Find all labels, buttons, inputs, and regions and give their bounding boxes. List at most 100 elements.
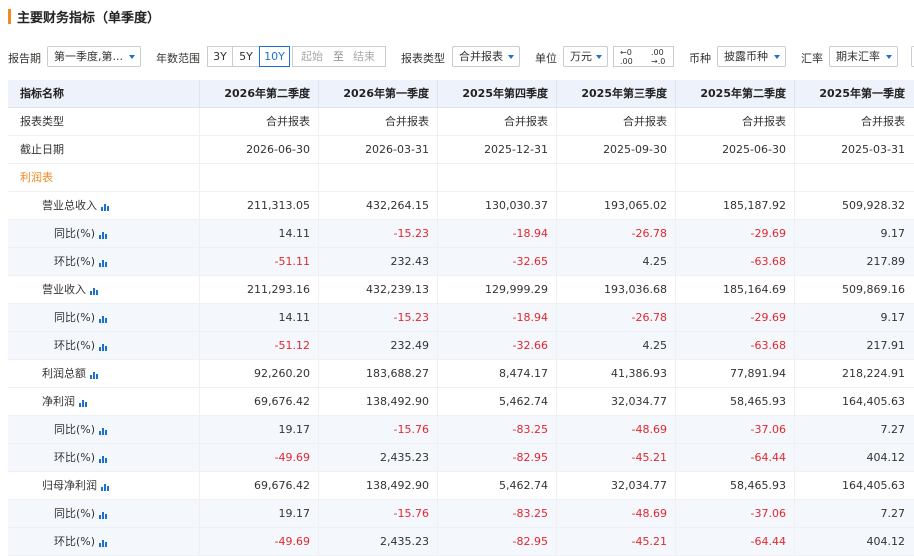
- table-cell: 4.25: [556, 248, 675, 275]
- row-label: 同比(%): [54, 227, 96, 240]
- row-label-cell: 报表类型: [8, 108, 199, 135]
- table-row: 同比(%) 19.17 -15.76 -83.25 -48.69 -37.06 7.27: [8, 416, 914, 444]
- table-cell: -32.66: [437, 332, 556, 359]
- table-cell: -82.95: [437, 444, 556, 471]
- table-cell: -48.69: [556, 500, 675, 527]
- table-cell: -15.76: [318, 416, 437, 443]
- table-row: 环比(%) -49.69 2,435.23 -82.95 -45.21 -64.44 404…: [8, 444, 914, 472]
- year-10y-button[interactable]: 10Y: [259, 46, 290, 67]
- table-cell: -37.06: [675, 416, 794, 443]
- increase-decimal-icon[interactable]: .00 →.0: [651, 48, 671, 66]
- table-cell: 14.11: [199, 304, 318, 331]
- table-cell: 432,264.15: [318, 192, 437, 219]
- table-row: 报表类型 合并报表 合并报表 合并报表 合并报表 合并报表 合并报表: [8, 108, 914, 136]
- year-5y-button[interactable]: 5Y: [232, 46, 260, 67]
- table-cell: -45.21: [556, 528, 675, 555]
- bar-chart-icon[interactable]: [99, 454, 109, 463]
- row-label: 同比(%): [54, 311, 96, 324]
- row-label-cell: 环比(%): [8, 248, 199, 275]
- page-title: 主要财务指标（单季度）: [17, 11, 161, 26]
- table-cell: 129,999.29: [437, 276, 556, 303]
- table-cell: -64.44: [675, 444, 794, 471]
- row-label: 环比(%): [54, 255, 96, 268]
- column-header[interactable]: 2026年第一季度: [318, 80, 437, 107]
- exchange-rate-select[interactable]: 期末汇率: [829, 46, 898, 67]
- table-cell: -51.11: [199, 248, 318, 275]
- table-cell: 2025-03-31: [794, 136, 913, 163]
- table-cell: 合并报表: [437, 108, 556, 135]
- bar-chart-icon[interactable]: [99, 230, 109, 239]
- table-cell: -49.69: [199, 528, 318, 555]
- table-cell: 2025-06-30: [675, 136, 794, 163]
- bar-chart-icon[interactable]: [99, 342, 109, 351]
- table-cell: 合并报表: [556, 108, 675, 135]
- table-cell: 185,187.92: [675, 192, 794, 219]
- section-row: 利润表: [8, 164, 914, 192]
- table-cell: -29.69: [675, 220, 794, 247]
- table-cell: 7.27: [794, 416, 913, 443]
- bar-chart-icon[interactable]: [90, 286, 100, 295]
- table-cell: -63.68: [675, 248, 794, 275]
- row-label: 利润总额: [42, 367, 86, 380]
- unit-label: 单位: [535, 52, 557, 65]
- date-range-input[interactable]: 起始 至 结束: [292, 46, 386, 67]
- table-cell: 5,462.74: [437, 388, 556, 415]
- bar-chart-icon[interactable]: [99, 510, 109, 519]
- table-row: 归母净利润 69,676.42 138,492.90 5,462.74 32,034.7…: [8, 472, 914, 500]
- report-period-select[interactable]: 第一季度,第...: [47, 46, 141, 67]
- column-header[interactable]: 2025年第二季度: [675, 80, 794, 107]
- table-row: 同比(%) 19.17 -15.76 -83.25 -48.69 -37.06 7.27: [8, 500, 914, 528]
- table-cell: 2025-12-31: [437, 136, 556, 163]
- table-cell: 509,928.32: [794, 192, 913, 219]
- table-cell: -48.69: [556, 416, 675, 443]
- decimal-buttons[interactable]: ←0 .00 .00 →.0: [613, 46, 674, 67]
- table-cell: -83.25: [437, 500, 556, 527]
- bar-chart-icon[interactable]: [99, 314, 109, 323]
- bar-chart-icon[interactable]: [99, 538, 109, 547]
- table-cell: -45.21: [556, 444, 675, 471]
- table-row: 环比(%) -51.12 232.49 -32.66 4.25 -63.68 217.91: [8, 332, 914, 360]
- report-type-select[interactable]: 合并报表: [452, 46, 520, 67]
- table-cell: -15.23: [318, 220, 437, 247]
- decrease-decimal-icon[interactable]: ←0 .00: [620, 48, 640, 66]
- chevron-down-icon: [596, 55, 602, 59]
- bar-chart-icon[interactable]: [99, 426, 109, 435]
- row-label: 截止日期: [20, 143, 64, 156]
- table-cell: 217.91: [794, 332, 913, 359]
- table-cell: 41,386.93: [556, 360, 675, 387]
- table-cell: 138,492.90: [318, 472, 437, 499]
- bar-chart-icon[interactable]: [79, 398, 89, 407]
- table-cell: 5,462.74: [437, 472, 556, 499]
- column-header[interactable]: 2025年第四季度: [437, 80, 556, 107]
- report-type-label: 报表类型: [401, 52, 445, 65]
- table-cell: 4.25: [556, 332, 675, 359]
- table-cell: 32,034.77: [556, 472, 675, 499]
- row-label: 环比(%): [54, 451, 96, 464]
- table-cell: -29.69: [675, 304, 794, 331]
- table-cell: 14.11: [199, 220, 318, 247]
- table-cell: 77,891.94: [675, 360, 794, 387]
- table-cell: 92,260.20: [199, 360, 318, 387]
- bar-chart-icon[interactable]: [90, 370, 100, 379]
- table-row: 同比(%) 14.11 -15.23 -18.94 -26.78 -29.69 9.17: [8, 220, 914, 248]
- row-label: 报表类型: [20, 115, 64, 128]
- column-header[interactable]: 2026年第二季度: [199, 80, 318, 107]
- row-label: 利润表: [20, 171, 53, 184]
- bar-chart-icon[interactable]: [101, 482, 111, 491]
- row-label-cell: 同比(%): [8, 304, 199, 331]
- unit-select[interactable]: 万元: [563, 46, 608, 67]
- year-3y-button[interactable]: 3Y: [207, 46, 233, 67]
- bar-chart-icon[interactable]: [99, 258, 109, 267]
- table-row: 环比(%) -51.11 232.43 -32.65 4.25 -63.68 217.89: [8, 248, 914, 276]
- table-cell: 193,036.68: [556, 276, 675, 303]
- report-period-value: 第一季度,第...: [54, 50, 123, 63]
- table-cell: 合并报表: [199, 108, 318, 135]
- bar-chart-icon[interactable]: [101, 202, 111, 211]
- table-cell: 合并报表: [675, 108, 794, 135]
- chevron-down-icon: [774, 55, 780, 59]
- currency-select[interactable]: 披露币种: [717, 46, 786, 67]
- column-header[interactable]: 2025年第一季度: [794, 80, 913, 107]
- row-label-cell: 归母净利润: [8, 472, 199, 499]
- column-header[interactable]: 2025年第三季度: [556, 80, 675, 107]
- table-cell: 2,435.23: [318, 528, 437, 555]
